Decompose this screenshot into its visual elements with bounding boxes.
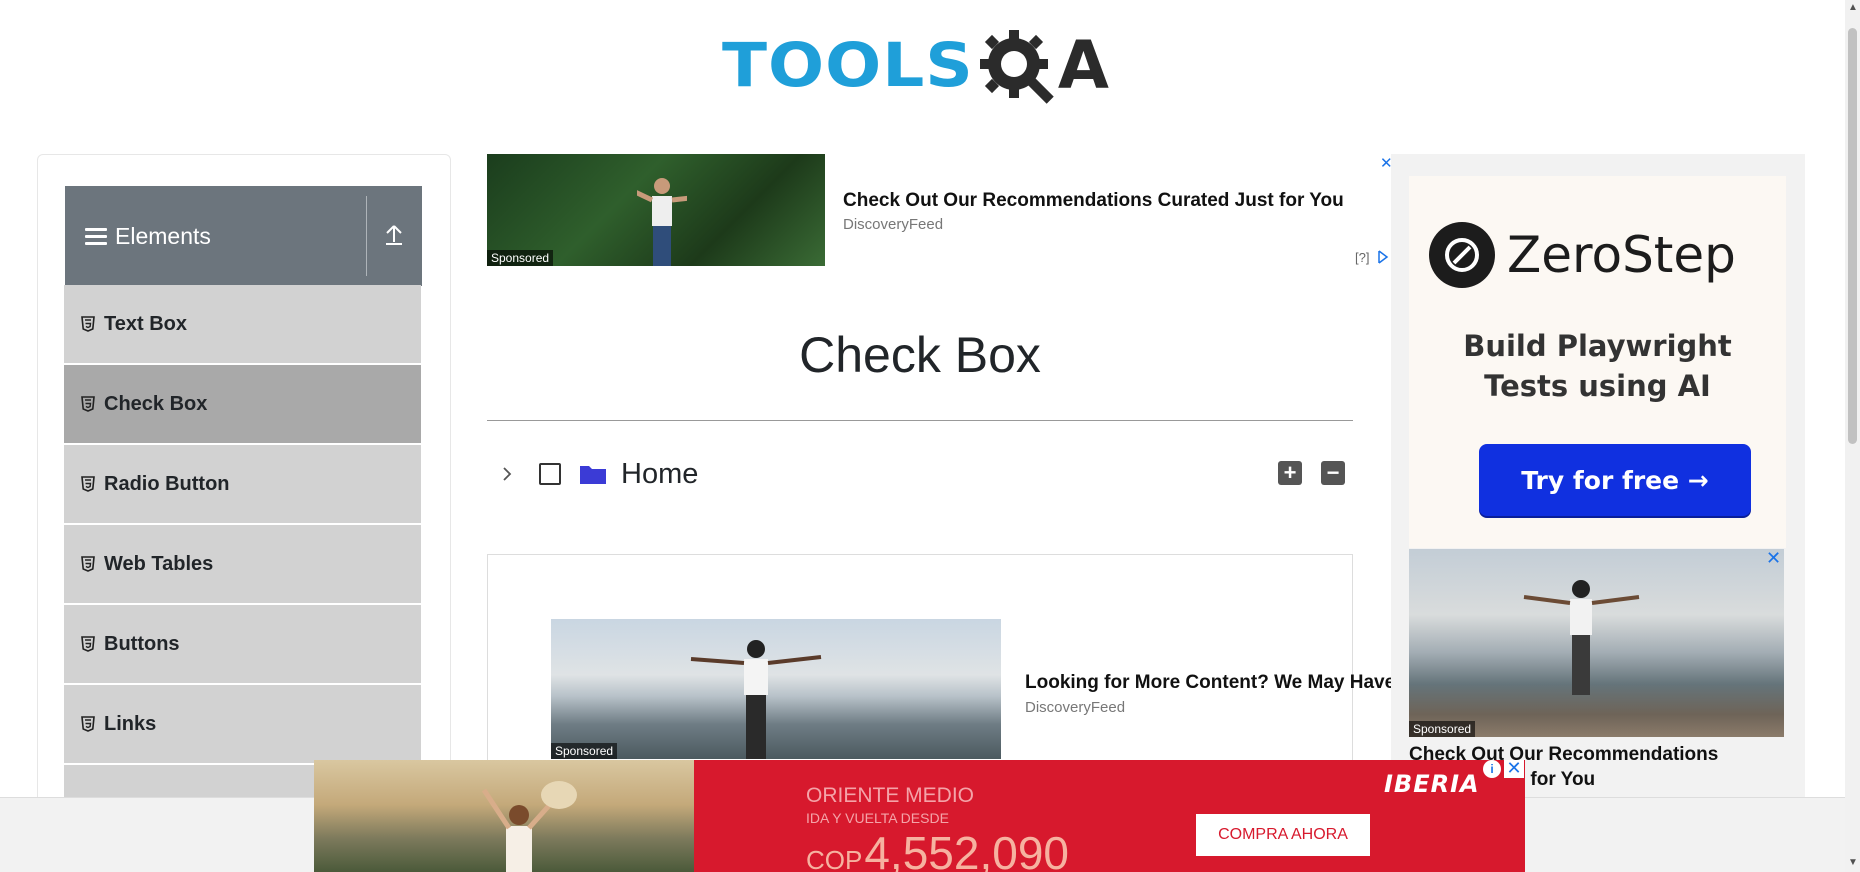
logo-text-tools: TOOLS [722, 30, 974, 101]
html5-icon [81, 316, 95, 332]
zerostep-logo: ZeroStep [1429, 222, 1736, 288]
banner-photo [314, 760, 694, 872]
banner-destination: ORIENTE MEDIO [806, 784, 975, 807]
right-ad-image[interactable]: Sponsored [1409, 549, 1784, 737]
sponsored-label: Sponsored [1409, 721, 1476, 737]
banner-currency: COP [806, 845, 863, 872]
mid-ad-image[interactable]: Sponsored [551, 619, 1001, 759]
logo-text-a: A [1057, 27, 1109, 104]
sponsored-label: Sponsored [487, 250, 554, 266]
zerostep-brand: ZeroStep [1507, 226, 1736, 284]
try-for-free-button[interactable]: Try for free → [1479, 444, 1751, 516]
elements-group-header[interactable]: Elements [65, 186, 422, 286]
chevron-right-icon[interactable] [497, 464, 517, 484]
folder-icon [580, 466, 606, 484]
ad-headline[interactable]: Check Out Our Recommendations Curated Ju… [843, 190, 1344, 212]
sidebar-item-web-tables[interactable]: Web Tables [64, 525, 421, 605]
sidebar-item-radio-button[interactable]: Radio Button [64, 445, 421, 525]
home-checkbox[interactable] [539, 463, 561, 485]
html5-icon [81, 716, 95, 732]
html5-icon [81, 476, 95, 492]
woman-with-hat-icon [481, 781, 577, 872]
sidebar-item-text-box[interactable]: Text Box [64, 285, 421, 365]
sidebar-item-label: Web Tables [104, 552, 214, 575]
toolsqa-logo[interactable]: TOOLS A [722, 18, 1109, 114]
page-scrollbar[interactable]: ▲ ▼ [1845, 0, 1860, 872]
person-mountain-icon [690, 640, 822, 759]
html5-icon [81, 636, 95, 652]
zerostep-tagline: Build Playwright Tests using AI [1409, 326, 1786, 406]
sidebar-item-label: Buttons [104, 632, 180, 655]
sidebar-item-links[interactable]: Links [64, 685, 421, 765]
page-title: Check Box [799, 327, 1041, 383]
ad-info-icon[interactable]: i [1483, 760, 1501, 778]
ad-help-link[interactable]: [?] [1355, 250, 1369, 265]
banner-price: COP 4,552,090 [806, 826, 1069, 872]
header-divider [366, 196, 367, 276]
scroll-up-arrow-icon[interactable]: ▲ [1848, 3, 1858, 13]
scroll-down-arrow-icon[interactable]: ▼ [1848, 858, 1858, 868]
ad-source: DiscoveryFeed [843, 216, 944, 233]
mid-ad-headline[interactable]: Looking for More Content? We May Have [1025, 672, 1392, 694]
html5-icon [81, 556, 95, 572]
tagline-line-1: Build Playwright [1463, 329, 1732, 363]
person-arms-open-icon [1523, 580, 1640, 695]
ad-image: Sponsored [487, 154, 825, 266]
collapse-up-icon[interactable] [383, 222, 405, 248]
zerostep-ad[interactable]: ZeroStep Build Playwright Tests using AI… [1409, 176, 1786, 548]
tree-node-home: Home [497, 454, 698, 494]
html5-icon [81, 396, 95, 412]
mid-ad-source: DiscoveryFeed [1025, 699, 1126, 716]
hamburger-icon [85, 227, 107, 245]
zerostep-mark-icon [1429, 222, 1495, 288]
expand-all-button[interactable]: + [1278, 461, 1302, 485]
group-title: Elements [115, 222, 211, 249]
banner-subtitle: IDA Y VUELTA DESDE [806, 810, 949, 826]
logo-gear-q-icon [978, 26, 1056, 106]
banner-close-icon[interactable]: ✕ [1504, 760, 1524, 778]
sidebar-item-label: Links [104, 712, 157, 735]
right-ad-close-icon[interactable]: ✕ [1766, 548, 1781, 569]
collapse-all-button[interactable]: − [1321, 461, 1345, 485]
sidebar-item-check-box[interactable]: Check Box [64, 365, 421, 445]
iberia-logo: IBERIA [1384, 770, 1480, 798]
tree-node-label[interactable]: Home [621, 458, 698, 491]
sidebar-item-label: Radio Button [104, 472, 230, 495]
compra-ahora-button[interactable]: COMPRA AHORA [1196, 814, 1370, 856]
tagline-line-2: Tests using AI [1484, 369, 1711, 403]
adchoices-icon[interactable] [1377, 250, 1389, 264]
scrollbar-thumb[interactable] [1848, 28, 1857, 444]
banner-price-value: 4,552,090 [864, 827, 1069, 872]
sidebar-item-label: Check Box [104, 392, 208, 415]
person-figure-icon [637, 178, 687, 266]
title-divider [487, 420, 1353, 421]
top-sponsored-ad[interactable]: Sponsored Check Out Our Recommendations … [487, 154, 1393, 266]
sidebar-item-label: Text Box [104, 312, 187, 335]
sidebar-item-buttons[interactable]: Buttons [64, 605, 421, 685]
sponsored-label: Sponsored [551, 743, 618, 759]
iberia-banner-ad[interactable]: ORIENTE MEDIO IDA Y VUELTA DESDE COP 4,5… [314, 760, 1525, 872]
